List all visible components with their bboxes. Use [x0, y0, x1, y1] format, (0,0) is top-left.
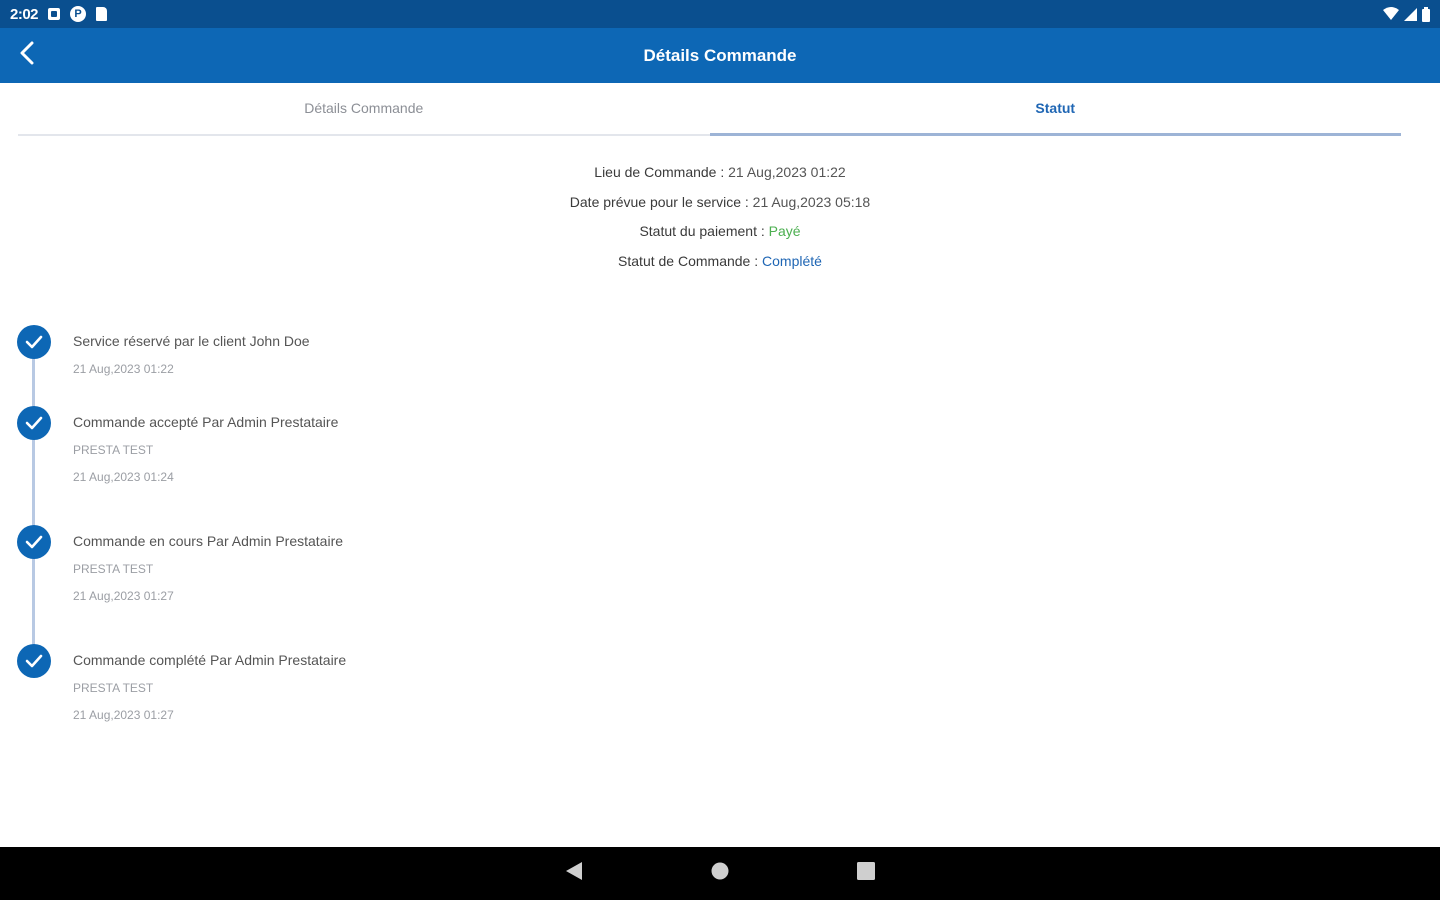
recents-square-icon — [857, 862, 875, 885]
timeline-step-text: Commande en cours Par Admin Prestataire … — [73, 531, 343, 613]
timeline-step-provider: PRESTA TEST — [73, 681, 154, 695]
tab-order-details[interactable]: Détails Commande — [18, 84, 710, 134]
p-badge-icon: P — [70, 6, 87, 22]
timeline-step-title: Commande en cours Par Admin Prestataire — [73, 533, 344, 549]
service-date-value: 21 Aug,2023 05:18 — [752, 193, 871, 210]
wifi-icon — [1383, 7, 1399, 21]
nav-home-button[interactable] — [707, 861, 733, 887]
timeline-connector — [32, 342, 35, 660]
check-circle-icon — [17, 644, 51, 678]
status-time: 2:02 — [10, 5, 39, 23]
check-circle-icon — [17, 325, 51, 359]
status-bar-left: 2:02 P — [10, 5, 108, 23]
timeline-step-text: Service réservé par le client John Doe 2… — [73, 331, 310, 386]
payment-status-row: Statut du paiement : Payé — [0, 217, 1440, 247]
status-bar: 2:02 P — [0, 0, 1440, 28]
nav-recents-button[interactable] — [853, 861, 879, 887]
timeline-step-provider: PRESTA TEST — [73, 562, 154, 576]
system-nav-bar — [0, 847, 1440, 900]
chevron-left-icon — [19, 41, 35, 70]
order-status-label: Statut de Commande : — [618, 252, 759, 269]
back-triangle-icon — [565, 861, 583, 886]
order-status-row: Statut de Commande : Complété — [0, 247, 1440, 277]
payment-status-value: Payé — [768, 223, 801, 239]
sd-card-icon — [96, 7, 108, 21]
order-status-value: Complété — [762, 252, 822, 269]
cellular-signal-icon — [1404, 7, 1417, 21]
timeline-step-provider: PRESTA TEST — [73, 443, 154, 457]
order-place-row: Lieu de Commande : 21 Aug,2023 01:22 — [0, 158, 1440, 188]
check-circle-icon — [17, 406, 51, 440]
timeline-step-text: Commande complété Par Admin Prestataire … — [73, 650, 346, 732]
timeline-step-title: Service réservé par le client John Doe — [73, 333, 310, 349]
home-circle-icon — [711, 862, 729, 885]
service-date-label: Date prévue pour le service : — [569, 193, 749, 210]
order-summary: Lieu de Commande : 21 Aug,2023 01:22 Dat… — [0, 158, 1440, 276]
timeline-step-title: Commande complété Par Admin Prestataire — [73, 652, 347, 668]
timeline-step-date: 21 Aug,2023 01:22 — [73, 362, 174, 376]
timeline-step-date: 21 Aug,2023 01:24 — [73, 470, 174, 484]
timeline-step-date: 21 Aug,2023 01:27 — [73, 589, 174, 603]
notification-square-icon — [48, 8, 61, 20]
tab-bar: Détails Commande Statut — [18, 84, 1401, 136]
timeline-step-date: 21 Aug,2023 01:27 — [73, 708, 174, 722]
order-place-label: Lieu de Commande : — [594, 164, 725, 180]
back-button[interactable] — [10, 38, 44, 72]
battery-icon — [1422, 6, 1430, 22]
payment-status-label: Statut du paiement : — [639, 223, 765, 239]
check-circle-icon — [17, 525, 51, 559]
order-place-value: 21 Aug,2023 01:22 — [728, 164, 846, 180]
app-bar: Détails Commande — [0, 28, 1440, 83]
status-bar-right — [1383, 6, 1430, 22]
page-title: Détails Commande — [643, 45, 797, 65]
tab-status[interactable]: Statut — [709, 84, 1402, 136]
nav-back-button[interactable] — [561, 861, 587, 887]
timeline-step-text: Commande accepté Par Admin Prestataire P… — [73, 412, 338, 494]
timeline-step-title: Commande accepté Par Admin Prestataire — [73, 414, 339, 430]
service-date-row: Date prévue pour le service : 21 Aug,202… — [0, 188, 1440, 218]
